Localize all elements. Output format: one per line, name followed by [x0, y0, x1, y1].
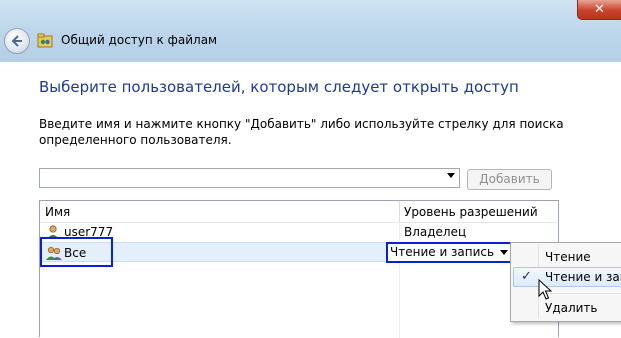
- menu-item-read-write[interactable]: Чтение и запись: [545, 270, 621, 284]
- page-title: Выберите пользователей, которым следует …: [39, 78, 519, 96]
- back-arrow-icon: [11, 35, 22, 47]
- user-name-combobox[interactable]: [39, 168, 460, 188]
- file-sharing-icon: [37, 33, 53, 48]
- back-button[interactable]: [4, 28, 30, 54]
- dropdown-arrow-icon[interactable]: [500, 250, 508, 255]
- permission-level-dropdown[interactable]: Чтение и запись: [386, 242, 516, 263]
- column-divider[interactable]: [399, 201, 400, 222]
- permission-context-menu: Чтение ✓ Чтение и запись Удалить: [510, 242, 621, 322]
- highlight-box-name: [40, 237, 113, 267]
- menu-separator: [541, 293, 621, 294]
- list-header: Имя Уровень разрешений: [40, 201, 558, 223]
- close-button[interactable]: ✕: [577, 0, 621, 20]
- dropdown-arrow-icon[interactable]: [447, 173, 455, 178]
- permission-level-value: Чтение и запись: [390, 245, 495, 259]
- checkmark-icon: ✓: [521, 269, 532, 284]
- table-row[interactable]: user777 Владелец: [40, 222, 558, 242]
- title-bar: ✕ Общий доступ к файлам: [0, 0, 621, 62]
- column-header-name[interactable]: Имя: [45, 205, 70, 219]
- menu-item-read[interactable]: Чтение: [545, 250, 591, 264]
- menu-item-remove[interactable]: Удалить: [545, 301, 598, 315]
- column-header-level[interactable]: Уровень разрешений: [404, 205, 538, 219]
- instruction-text: Введите имя и нажмите кнопку "Добавить" …: [39, 117, 564, 147]
- add-button[interactable]: Добавить: [467, 169, 552, 190]
- permissions-list: Имя Уровень разрешений user777 Владелец …: [39, 200, 559, 338]
- close-icon: ✕: [594, 2, 605, 17]
- mouse-cursor-icon: [538, 279, 552, 300]
- user-name-input[interactable]: [42, 170, 442, 185]
- window-title: Общий доступ к файлам: [61, 33, 218, 47]
- row-permission-level: Владелец: [404, 225, 467, 239]
